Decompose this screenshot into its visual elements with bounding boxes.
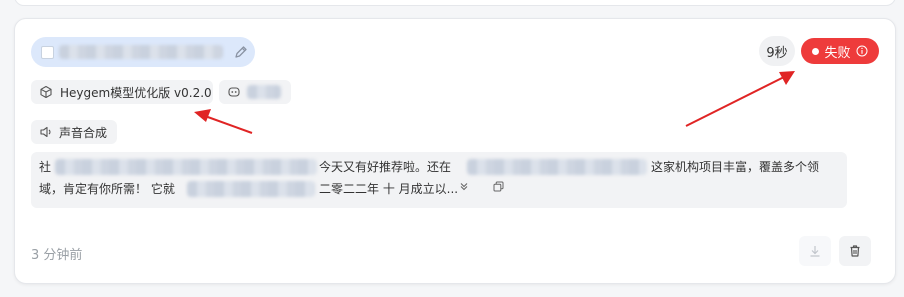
created-timestamp: 3 分钟前 xyxy=(31,248,83,263)
trash-icon xyxy=(850,245,860,257)
task-title-pill[interactable] xyxy=(31,37,255,67)
script-text-line2-end: 二零二二年 十 月成立以... xyxy=(319,182,459,196)
cube-icon xyxy=(40,85,52,99)
pencil-icon[interactable] xyxy=(233,44,249,60)
function-tag: 声音合成 xyxy=(31,120,117,144)
avatar-tag xyxy=(219,80,291,104)
script-text-line1-start: 社 xyxy=(39,160,52,174)
delete-button[interactable] xyxy=(839,236,871,266)
script-text-line2-start: 域，肯定有你所需！ 它就 xyxy=(39,182,175,196)
status-label: 失败 xyxy=(824,45,851,61)
redacted-task-title xyxy=(59,45,223,59)
model-tag: Heygem模型优化版 v0.2.0 xyxy=(31,80,213,104)
copy-icon[interactable] xyxy=(493,181,504,192)
select-checkbox[interactable] xyxy=(41,46,54,59)
redacted-text xyxy=(187,181,315,197)
model-tag-label: Heygem模型优化版 v0.2.0 xyxy=(60,85,212,100)
script-text-line1-end: 这家机构项目丰富，覆盖多个领 xyxy=(651,160,820,174)
script-text-line1-middle: 今天又有好推荐啦。还在 xyxy=(319,160,452,174)
status-badge[interactable]: 失败 xyxy=(801,38,879,64)
download-icon xyxy=(810,246,820,257)
function-tag-label: 声音合成 xyxy=(59,125,108,140)
info-icon[interactable] xyxy=(856,45,868,57)
redacted-avatar-name xyxy=(247,85,281,99)
redacted-text xyxy=(467,159,647,175)
script-text-box: 社 今天又有好推荐啦。还在 这家机构项目丰富，覆盖多个领 域，肯定有你所需！ 它… xyxy=(31,152,847,208)
redacted-text xyxy=(55,159,317,175)
robot-face-icon xyxy=(228,87,240,97)
task-card: 9秒 失败 Heygem模型优化版 v0.2.0 声音合成 社 今天又有好推荐啦… xyxy=(14,18,896,284)
previous-task-card xyxy=(14,0,896,6)
speaker-icon xyxy=(40,126,51,138)
status-dot xyxy=(812,47,820,55)
duration-badge: 9秒 xyxy=(759,36,795,66)
chevron-down-icon[interactable] xyxy=(458,180,470,192)
download-button[interactable] xyxy=(799,236,831,266)
